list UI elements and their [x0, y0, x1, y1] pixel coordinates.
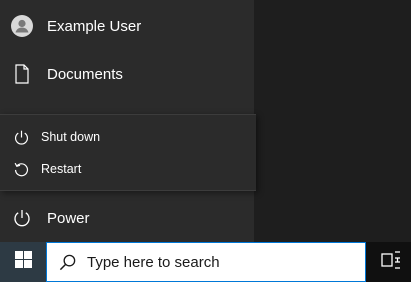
- power-label: Power: [47, 209, 90, 227]
- windows-logo-icon: [14, 251, 32, 273]
- documents-item[interactable]: Documents: [0, 56, 254, 92]
- search-placeholder: Type here to search: [87, 253, 220, 271]
- user-account-item[interactable]: Example User: [0, 8, 254, 44]
- power-icon: [11, 127, 31, 147]
- task-view-icon: [380, 250, 401, 274]
- user-name: Example User: [47, 17, 142, 35]
- shut-down-option[interactable]: Shut down: [0, 122, 256, 152]
- restart-label: Restart: [41, 162, 82, 176]
- user-avatar-icon: [10, 14, 34, 38]
- document-icon: [10, 62, 34, 86]
- taskbar: Type here to search: [0, 242, 411, 282]
- power-icon: [10, 206, 34, 230]
- restart-icon: [11, 159, 31, 179]
- desktop-background: [254, 0, 411, 242]
- shut-down-label: Shut down: [41, 130, 101, 144]
- search-icon: [57, 252, 77, 272]
- task-view-button[interactable]: [370, 242, 411, 282]
- search-box[interactable]: Type here to search: [46, 242, 366, 282]
- start-button[interactable]: [0, 242, 46, 282]
- restart-option[interactable]: Restart: [0, 154, 256, 184]
- power-options-flyout: Shut down Restart: [0, 114, 256, 191]
- documents-label: Documents: [47, 65, 123, 83]
- power-item[interactable]: Power: [0, 200, 254, 236]
